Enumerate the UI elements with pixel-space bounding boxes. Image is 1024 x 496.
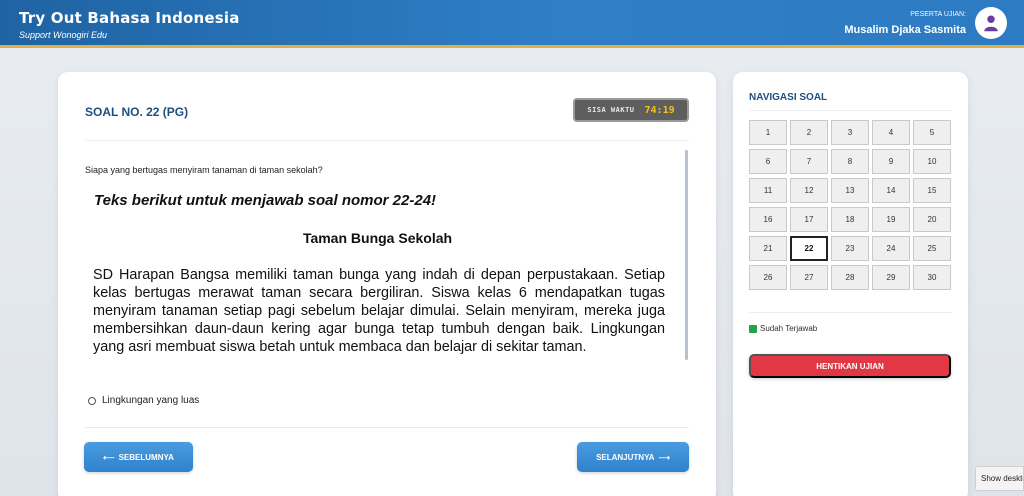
passage-title: Taman Bunga Sekolah — [302, 230, 453, 246]
question-number-4[interactable]: 4 — [872, 120, 910, 145]
next-button[interactable]: SELANJUTNYA ⟶ — [577, 442, 689, 472]
question-number-14[interactable]: 14 — [872, 178, 910, 203]
divider — [749, 110, 952, 111]
legend-answered: Sudah Terjawab — [749, 324, 817, 333]
question-number-17[interactable]: 17 — [790, 207, 828, 232]
top-header: Try Out Bahasa Indonesia Support Wonogir… — [0, 0, 1024, 48]
question-number-26[interactable]: 26 — [749, 265, 787, 290]
previous-button[interactable]: ⟵ SEBELUMNYA — [84, 442, 193, 472]
question-number-28[interactable]: 28 — [831, 265, 869, 290]
question-card: SOAL NO. 22 (PG) SISA WAKTU 74:19 Siapa … — [58, 72, 716, 496]
user-name: Musalim Djaka Sasmita — [844, 24, 966, 36]
question-number-16[interactable]: 16 — [749, 207, 787, 232]
arrow-left-icon: ⟵ — [103, 452, 115, 462]
question-number-6[interactable]: 6 — [749, 149, 787, 174]
app-subtitle: Support Wonogiri Edu — [19, 30, 108, 40]
divider — [85, 140, 689, 141]
question-number-18[interactable]: 18 — [831, 207, 869, 232]
question-number-11[interactable]: 11 — [749, 178, 787, 203]
question-number-25[interactable]: 25 — [913, 236, 951, 261]
question-number-5[interactable]: 5 — [913, 120, 951, 145]
passage-scrollbar-thumb[interactable] — [685, 150, 688, 360]
answer-option-label: Lingkungan yang luas — [102, 395, 200, 406]
question-number-30[interactable]: 30 — [913, 265, 951, 290]
radio-button[interactable] — [88, 396, 96, 405]
question-number-1[interactable]: 1 — [749, 120, 787, 145]
user-icon — [984, 15, 998, 32]
question-number-29[interactable]: 29 — [872, 265, 910, 290]
avatar[interactable] — [975, 7, 1007, 39]
question-number-24[interactable]: 24 — [872, 236, 910, 261]
question-number-21[interactable]: 21 — [749, 236, 787, 261]
question-number-15[interactable]: 15 — [913, 178, 951, 203]
question-number-19[interactable]: 19 — [872, 207, 910, 232]
answer-option[interactable]: Lingkungan yang luas — [88, 395, 199, 406]
passage-heading: Teks berikut untuk menjawab soal nomor 2… — [94, 192, 437, 209]
question-number-27[interactable]: 27 — [790, 265, 828, 290]
question-number-13[interactable]: 13 — [831, 178, 869, 203]
question-number-grid: 1 2 3 4 5 6 7 8 9 10 11 12 13 14 15 16 17 18 19 20 21 22 23 24 2… — [749, 120, 952, 290]
navigation-card: NAVIGASI SOAL 1 2 3 4 5 6 7 8 9 10 11 12 13 14 15 16 17 1… — [733, 72, 968, 496]
show-desktop-button[interactable]: Show deskto — [975, 466, 1024, 491]
question-number-20[interactable]: 20 — [913, 207, 951, 232]
divider — [85, 427, 689, 428]
timer-box: SISA WAKTU 74:19 — [573, 98, 689, 122]
question-number-23[interactable]: 23 — [831, 236, 869, 261]
passage-body: SD Harapan Bangsa memiliki taman bunga y… — [93, 267, 665, 355]
question-number-9[interactable]: 9 — [872, 149, 910, 174]
question-number-3[interactable]: 3 — [831, 120, 869, 145]
question-title: SOAL NO. 22 (PG) — [85, 105, 189, 119]
question-number-10[interactable]: 10 — [913, 149, 951, 174]
question-number-2[interactable]: 2 — [790, 120, 828, 145]
passage-box[interactable]: Teks berikut untuk menjawab soal nomor 2… — [85, 182, 688, 388]
question-number-12[interactable]: 12 — [790, 178, 828, 203]
next-button-label: SELANJUTNYA — [596, 452, 655, 462]
question-text: Siapa yang bertugas menyiram tanaman di … — [85, 165, 323, 175]
question-number-22[interactable]: 22 — [790, 236, 828, 261]
user-caption: PESERTA UJIAN: — [910, 11, 966, 18]
question-number-8[interactable]: 8 — [831, 149, 869, 174]
stop-exam-button[interactable]: HENTIKAN UJIAN — [749, 354, 951, 378]
question-number-7[interactable]: 7 — [790, 149, 828, 174]
app-title: Try Out Bahasa Indonesia — [19, 9, 240, 27]
timer-label: SISA WAKTU — [587, 106, 635, 114]
arrow-right-icon: ⟶ — [658, 452, 670, 462]
divider — [749, 312, 952, 313]
answered-color-swatch — [749, 324, 757, 333]
legend-label: Sudah Terjawab — [760, 324, 818, 333]
navigation-title: NAVIGASI SOAL — [749, 92, 828, 103]
timer-value: 74:19 — [644, 104, 675, 116]
previous-button-label: SEBELUMNYA — [118, 452, 174, 462]
